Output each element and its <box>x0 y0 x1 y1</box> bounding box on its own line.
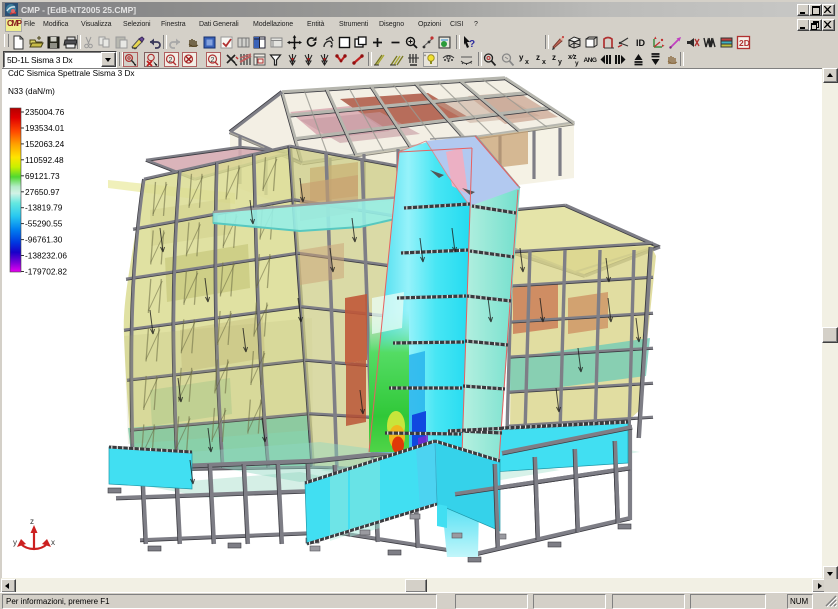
svg-text:CdC Sismica Spettrale Sisma 3: CdC Sismica Spettrale Sisma 3 Dx <box>8 69 135 78</box>
svg-text:235004.76: 235004.76 <box>25 107 65 117</box>
svg-text:2: 2 <box>169 57 173 64</box>
svg-text:?: ? <box>469 39 475 50</box>
svg-text:“: “ <box>424 55 426 61</box>
svg-text:y: y <box>13 538 17 547</box>
svg-text:27650.97: 27650.97 <box>25 187 60 197</box>
svg-text:193534.01: 193534.01 <box>25 123 65 133</box>
svg-text:z: z <box>30 517 34 526</box>
svg-text:y: y <box>558 59 562 66</box>
svg-text:152063.24: 152063.24 <box>25 139 65 149</box>
svg-text:N33 (daN/m): N33 (daN/m) <box>8 87 55 96</box>
svg-text:ID: ID <box>636 38 646 48</box>
svg-text:ANG: ANG <box>584 57 597 64</box>
svg-text:-138232.06: -138232.06 <box>25 251 67 261</box>
svg-text:z: z <box>536 53 540 62</box>
svg-text:2D: 2D <box>739 38 750 48</box>
svg-text:2: 2 <box>211 57 215 64</box>
svg-text:-96761.30: -96761.30 <box>25 235 63 245</box>
svg-text:-13819.79: -13819.79 <box>25 203 63 213</box>
svg-text:69121.73: 69121.73 <box>25 171 60 181</box>
svg-text:x: x <box>51 538 55 547</box>
svg-text:y: y <box>575 60 579 67</box>
svg-text:z: z <box>552 53 556 62</box>
svg-text:x: x <box>542 59 546 66</box>
svg-text:-55290.55: -55290.55 <box>25 219 63 229</box>
svg-text:y: y <box>519 53 524 62</box>
svg-text:110592.48: 110592.48 <box>25 155 64 165</box>
svg-text:x: x <box>525 59 529 66</box>
svg-text:-179702.82: -179702.82 <box>25 267 67 277</box>
